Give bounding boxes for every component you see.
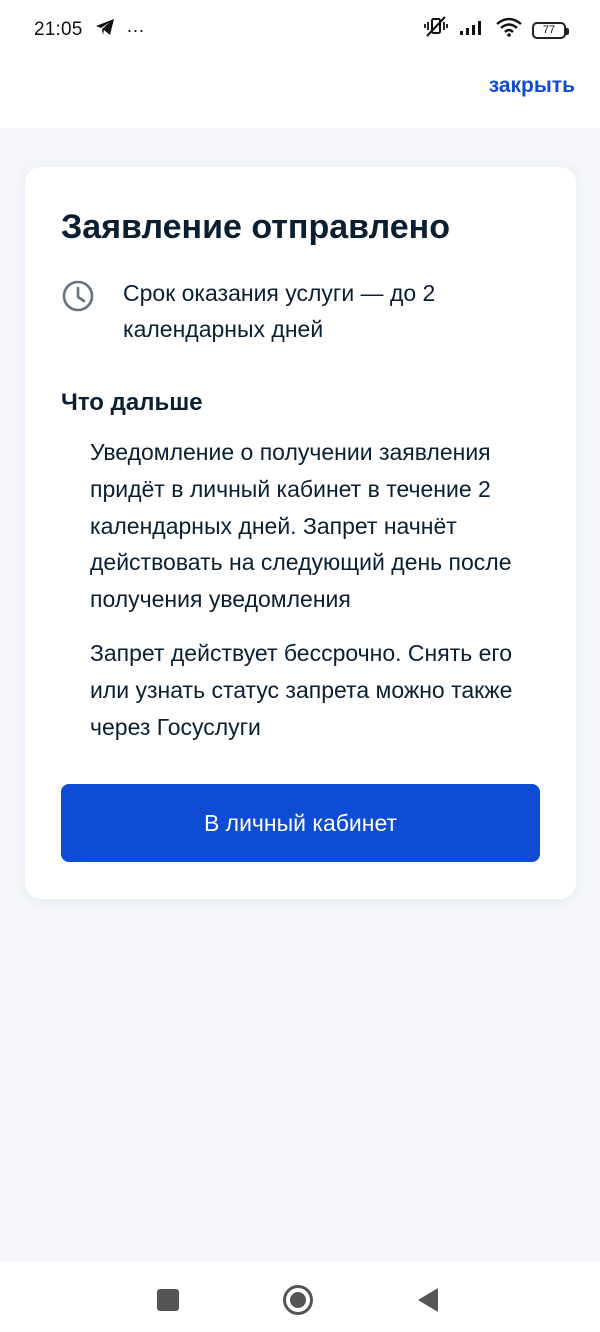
personal-account-button[interactable]: В личный кабинет bbox=[61, 784, 540, 862]
service-term-text: Срок оказания услуги — до 2 календарных … bbox=[123, 280, 436, 342]
battery-level: 77 bbox=[542, 24, 556, 36]
next-steps-heading: Что дальше bbox=[61, 389, 203, 416]
close-link[interactable]: закрыть bbox=[489, 74, 575, 98]
status-left: 21:05 ··· bbox=[34, 18, 145, 42]
recent-apps-icon[interactable] bbox=[150, 1282, 186, 1318]
status-bar: 21:05 ··· 77 bbox=[0, 0, 600, 60]
battery-icon: 77 bbox=[532, 21, 569, 39]
signal-icon bbox=[458, 18, 486, 42]
next-steps-paragraph-notification: Уведомление о получении заявления придёт… bbox=[90, 439, 512, 613]
service-term-row: Срок оказания услуги — до 2 календарных … bbox=[61, 275, 473, 347]
status-time: 21:05 bbox=[34, 19, 83, 40]
next-steps-paragraph-ban-duration: Запрет действует бессрочно. Снять его ил… bbox=[90, 640, 513, 740]
page-title: Заявление отправлено bbox=[61, 208, 450, 246]
more-notifications-indicator: ··· bbox=[126, 19, 145, 40]
home-icon[interactable] bbox=[280, 1282, 316, 1318]
wifi-icon bbox=[496, 17, 522, 43]
clock-icon bbox=[61, 279, 95, 313]
system-navigation-bar bbox=[0, 1262, 600, 1332]
mute-vibrate-icon bbox=[424, 16, 448, 44]
header-bar: закрыть bbox=[0, 60, 600, 128]
telegram-icon bbox=[95, 18, 115, 42]
back-icon[interactable] bbox=[410, 1282, 446, 1318]
confirmation-card: Заявление отправлено Срок оказания услуг… bbox=[25, 167, 576, 899]
status-right: 77 bbox=[424, 16, 569, 44]
